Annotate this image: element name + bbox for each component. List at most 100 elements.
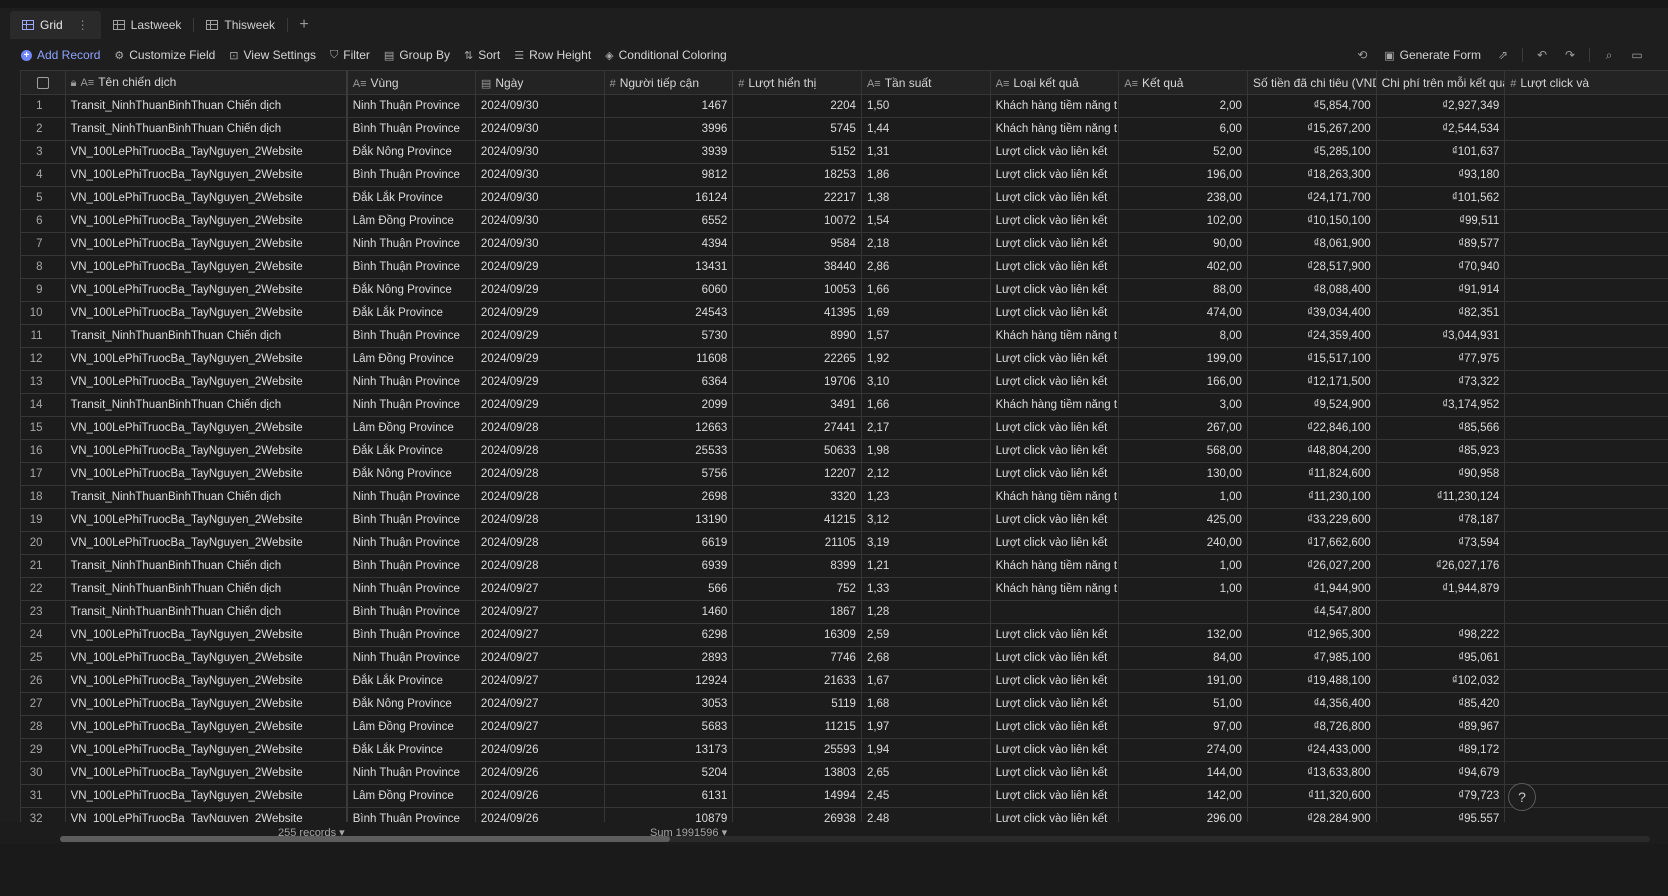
cell-reach[interactable]: 6131 bbox=[603, 784, 734, 808]
cell-impressions[interactable]: 41215 bbox=[732, 508, 862, 532]
cell-campaign-name[interactable]: VN_100LePhiTruocBa_TayNguyen_2Website bbox=[64, 140, 348, 164]
cell-link-clicks[interactable] bbox=[1504, 370, 1668, 394]
cell-region[interactable]: Lâm Đồng Province bbox=[346, 209, 476, 233]
cell-reach[interactable]: 24543 bbox=[603, 301, 734, 325]
cell-impressions[interactable]: 5119 bbox=[732, 692, 862, 716]
cell-impressions[interactable]: 13803 bbox=[732, 761, 862, 785]
help-button[interactable]: ? bbox=[1508, 783, 1536, 811]
cell-amount-spent[interactable]: ₫8,088,400 bbox=[1246, 278, 1377, 302]
cell-amount-spent[interactable]: ₫1,944,900 bbox=[1246, 577, 1377, 601]
cell-results[interactable]: 52,00 bbox=[1118, 140, 1248, 164]
cell-result-type[interactable]: Lượt click vào liên kết bbox=[989, 738, 1120, 762]
cell-reach[interactable]: 13173 bbox=[603, 738, 734, 762]
cell-date[interactable]: 2024/09/30 bbox=[474, 117, 605, 141]
cell-results[interactable]: 2,00 bbox=[1118, 94, 1248, 118]
table-row[interactable]: 14 Transit_NinhThuanBinhThuan Chiến dịch N… bbox=[20, 393, 1668, 417]
cell-link-clicks[interactable] bbox=[1504, 692, 1668, 716]
cell-frequency[interactable]: 3,10 bbox=[860, 370, 991, 394]
cell-result-type[interactable]: Lượt click vào liên kết bbox=[989, 761, 1120, 785]
cell-link-clicks[interactable] bbox=[1504, 232, 1668, 256]
cell-date[interactable]: 2024/09/30 bbox=[474, 163, 605, 187]
cell-result-type[interactable]: Khách hàng tiềm năng t... bbox=[989, 485, 1120, 509]
cell-cost-per-result[interactable]: ₫77,975 bbox=[1375, 347, 1506, 371]
cell-cost-per-result[interactable]: ₫95,061 bbox=[1375, 646, 1506, 670]
cell-impressions[interactable]: 21105 bbox=[732, 531, 862, 555]
cell-amount-spent[interactable]: ₫7,985,100 bbox=[1246, 646, 1377, 670]
cell-result-type[interactable]: Lượt click vào liên kết bbox=[989, 209, 1120, 233]
cell-result-type[interactable]: Lượt click vào liên kết bbox=[989, 370, 1120, 394]
cell-impressions[interactable]: 12207 bbox=[732, 462, 862, 486]
cell-frequency[interactable]: 3,12 bbox=[860, 508, 991, 532]
cell-results[interactable]: 267,00 bbox=[1118, 416, 1248, 440]
cell-reach[interactable]: 13190 bbox=[603, 508, 734, 532]
cell-date[interactable]: 2024/09/30 bbox=[474, 232, 605, 256]
cell-date[interactable]: 2024/09/28 bbox=[474, 416, 605, 440]
cell-reach[interactable]: 4394 bbox=[603, 232, 734, 256]
comment-icon[interactable]: ▭ bbox=[1624, 48, 1650, 62]
cell-reach[interactable]: 1460 bbox=[603, 600, 734, 624]
search-icon[interactable]: ⌕ bbox=[1596, 48, 1622, 63]
cell-cost-per-result[interactable]: ₫90,958 bbox=[1375, 462, 1506, 486]
cell-cost-per-result[interactable]: ₫73,322 bbox=[1375, 370, 1506, 394]
cell-link-clicks[interactable] bbox=[1504, 462, 1668, 486]
cell-frequency[interactable]: 2,86 bbox=[860, 255, 991, 279]
cell-campaign-name[interactable]: VN_100LePhiTruocBa_TayNguyen_2Website bbox=[64, 508, 348, 532]
cell-result-type[interactable]: Lượt click vào liên kết bbox=[989, 508, 1120, 532]
cell-amount-spent[interactable]: ₫28,517,900 bbox=[1246, 255, 1377, 279]
cell-frequency[interactable]: 2,59 bbox=[860, 623, 991, 647]
share-icon[interactable]: ⇗ bbox=[1490, 48, 1516, 62]
cell-campaign-name[interactable]: Transit_NinhThuanBinhThuan Chiến dịch bbox=[64, 117, 348, 141]
cell-link-clicks[interactable] bbox=[1504, 209, 1668, 233]
cell-reach[interactable]: 6060 bbox=[603, 278, 734, 302]
cell-amount-spent[interactable]: ₫13,633,800 bbox=[1246, 761, 1377, 785]
cell-result-type[interactable]: Lượt click vào liên kết bbox=[989, 439, 1120, 463]
cell-campaign-name[interactable]: VN_100LePhiTruocBa_TayNguyen_2Website bbox=[64, 232, 348, 256]
cell-date[interactable]: 2024/09/28 bbox=[474, 531, 605, 555]
cell-impressions[interactable]: 18253 bbox=[732, 163, 862, 187]
cell-results[interactable]: 97,00 bbox=[1118, 715, 1248, 739]
cell-results[interactable]: 238,00 bbox=[1118, 186, 1248, 210]
more-options-icon[interactable]: ⋮ bbox=[77, 18, 89, 32]
tab-thisweek[interactable]: Thisweek bbox=[194, 11, 287, 39]
table-row[interactable]: 5 VN_100LePhiTruocBa_TayNguyen_2Website Đắ… bbox=[20, 186, 1668, 210]
cell-results[interactable]: 142,00 bbox=[1118, 784, 1248, 808]
table-row[interactable]: 26 VN_100LePhiTruocBa_TayNguyen_2Website Đ… bbox=[20, 669, 1668, 693]
cell-amount-spent[interactable]: ₫11,230,100 bbox=[1246, 485, 1377, 509]
cell-link-clicks[interactable] bbox=[1504, 554, 1668, 578]
cell-campaign-name[interactable]: VN_100LePhiTruocBa_TayNguyen_2Website bbox=[64, 715, 348, 739]
cell-amount-spent[interactable]: ₫33,229,600 bbox=[1246, 508, 1377, 532]
cell-link-clicks[interactable] bbox=[1504, 715, 1668, 739]
cell-results[interactable]: 274,00 bbox=[1118, 738, 1248, 762]
column-header-region[interactable]: A≡ Vùng bbox=[346, 70, 476, 95]
cell-impressions[interactable]: 8399 bbox=[732, 554, 862, 578]
cell-reach[interactable]: 3939 bbox=[603, 140, 734, 164]
cell-impressions[interactable]: 1867 bbox=[732, 600, 862, 624]
cell-reach[interactable]: 6552 bbox=[603, 209, 734, 233]
cell-date[interactable]: 2024/09/30 bbox=[474, 94, 605, 118]
cell-amount-spent[interactable]: ₫24,171,700 bbox=[1246, 186, 1377, 210]
cell-region[interactable]: Đắk Nông Province bbox=[346, 462, 476, 486]
cell-date[interactable]: 2024/09/29 bbox=[474, 370, 605, 394]
cell-region[interactable]: Ninh Thuận Province bbox=[346, 646, 476, 670]
cell-impressions[interactable]: 11215 bbox=[732, 715, 862, 739]
cell-results[interactable]: 84,00 bbox=[1118, 646, 1248, 670]
cell-result-type[interactable]: Lượt click vào liên kết bbox=[989, 531, 1120, 555]
cell-cost-per-result[interactable]: ₫73,594 bbox=[1375, 531, 1506, 555]
cell-date[interactable]: 2024/09/28 bbox=[474, 485, 605, 509]
table-row[interactable]: 30 VN_100LePhiTruocBa_TayNguyen_2Website N… bbox=[20, 761, 1668, 785]
cell-campaign-name[interactable]: VN_100LePhiTruocBa_TayNguyen_2Website bbox=[64, 738, 348, 762]
table-row[interactable]: 3 VN_100LePhiTruocBa_TayNguyen_2Website Đắ… bbox=[20, 140, 1668, 164]
cell-cost-per-result[interactable]: ₫26,027,176 bbox=[1375, 554, 1506, 578]
cell-date[interactable]: 2024/09/28 bbox=[474, 462, 605, 486]
cell-date[interactable]: 2024/09/29 bbox=[474, 347, 605, 371]
cell-impressions[interactable]: 10072 bbox=[732, 209, 862, 233]
cell-result-type[interactable]: Lượt click vào liên kết bbox=[989, 301, 1120, 325]
cell-link-clicks[interactable] bbox=[1504, 485, 1668, 509]
cell-frequency[interactable]: 3,19 bbox=[860, 531, 991, 555]
cell-region[interactable]: Bình Thuận Province bbox=[346, 554, 476, 578]
cell-frequency[interactable]: 1,69 bbox=[860, 301, 991, 325]
cell-cost-per-result[interactable]: ₫2,927,349 bbox=[1375, 94, 1506, 118]
cell-impressions[interactable]: 752 bbox=[732, 577, 862, 601]
cell-cost-per-result[interactable]: ₫94,679 bbox=[1375, 761, 1506, 785]
view-settings-button[interactable]: ⊡ View Settings bbox=[222, 44, 323, 66]
